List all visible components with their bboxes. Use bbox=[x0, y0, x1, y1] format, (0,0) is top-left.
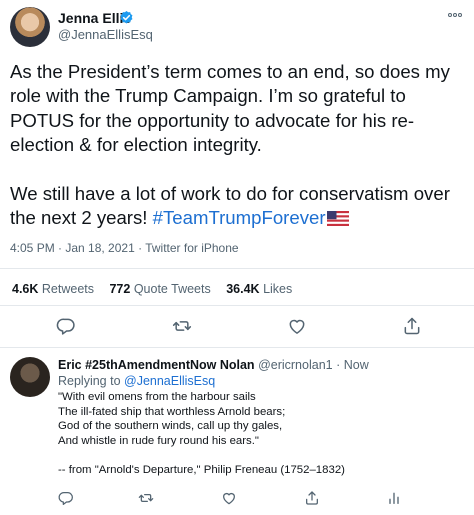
reply-time[interactable]: · Now bbox=[336, 358, 369, 372]
reply-author-name[interactable]: Eric #25thAmendmentNow Nolan bbox=[58, 358, 255, 372]
avatar[interactable] bbox=[10, 7, 50, 47]
retweets-label: Retweets bbox=[41, 282, 94, 296]
verified-badge-icon bbox=[119, 10, 134, 25]
retweet-icon[interactable] bbox=[172, 316, 192, 336]
analytics-icon[interactable] bbox=[386, 490, 402, 506]
quotes-count: 772 bbox=[109, 282, 131, 296]
likes-stat[interactable]: 36.4K Likes bbox=[226, 282, 292, 296]
share-icon[interactable] bbox=[402, 316, 422, 336]
likes-label: Likes bbox=[263, 282, 293, 296]
reply-icon[interactable] bbox=[58, 490, 74, 506]
replying-to-label: Replying to bbox=[58, 374, 125, 388]
us-flag-emoji bbox=[326, 211, 349, 227]
likes-count: 36.4K bbox=[226, 282, 260, 296]
tweet-timestamp[interactable]: 4:05 PM · Jan 18, 2021 · Twitter for iPh… bbox=[10, 241, 239, 255]
hashtag-link[interactable]: #TeamTrumpForever bbox=[153, 207, 326, 228]
like-icon[interactable] bbox=[287, 316, 307, 336]
like-icon[interactable] bbox=[221, 490, 237, 506]
divider bbox=[0, 305, 474, 306]
reply-actions bbox=[0, 490, 474, 508]
quotes-stat[interactable]: 772 Quote Tweets bbox=[109, 282, 210, 296]
reply-text: "With evil omens from the harbour sails … bbox=[58, 391, 345, 476]
retweet-icon[interactable] bbox=[138, 490, 154, 506]
replying-to: Replying to @JennaEllisEsq bbox=[58, 374, 215, 388]
tweet-body: As the President’s term comes to an end,… bbox=[10, 61, 450, 229]
divider bbox=[0, 268, 474, 269]
reply-icon[interactable] bbox=[56, 316, 76, 336]
divider bbox=[0, 347, 474, 348]
retweets-count: 4.6K bbox=[12, 282, 39, 296]
tweet-stats: 4.6K Retweets 772 Quote Tweets 36.4K Lik… bbox=[12, 282, 304, 296]
avatar[interactable] bbox=[10, 357, 50, 397]
reply-author-handle[interactable]: @ericrnolan1 bbox=[258, 358, 333, 372]
retweets-stat[interactable]: 4.6K Retweets bbox=[12, 282, 94, 296]
share-icon[interactable] bbox=[304, 490, 320, 506]
reply-header: Eric #25thAmendmentNow Nolan @ericrnolan… bbox=[58, 358, 369, 372]
tweet-actions bbox=[0, 316, 474, 338]
tweet-text: As the President’s term comes to an end,… bbox=[10, 60, 470, 231]
mention-link[interactable]: @JennaEllisEsq bbox=[124, 374, 215, 388]
more-icon[interactable] bbox=[448, 12, 462, 18]
quotes-label: Quote Tweets bbox=[133, 282, 211, 296]
author-handle[interactable]: @JennaEllisEsq bbox=[58, 27, 153, 42]
